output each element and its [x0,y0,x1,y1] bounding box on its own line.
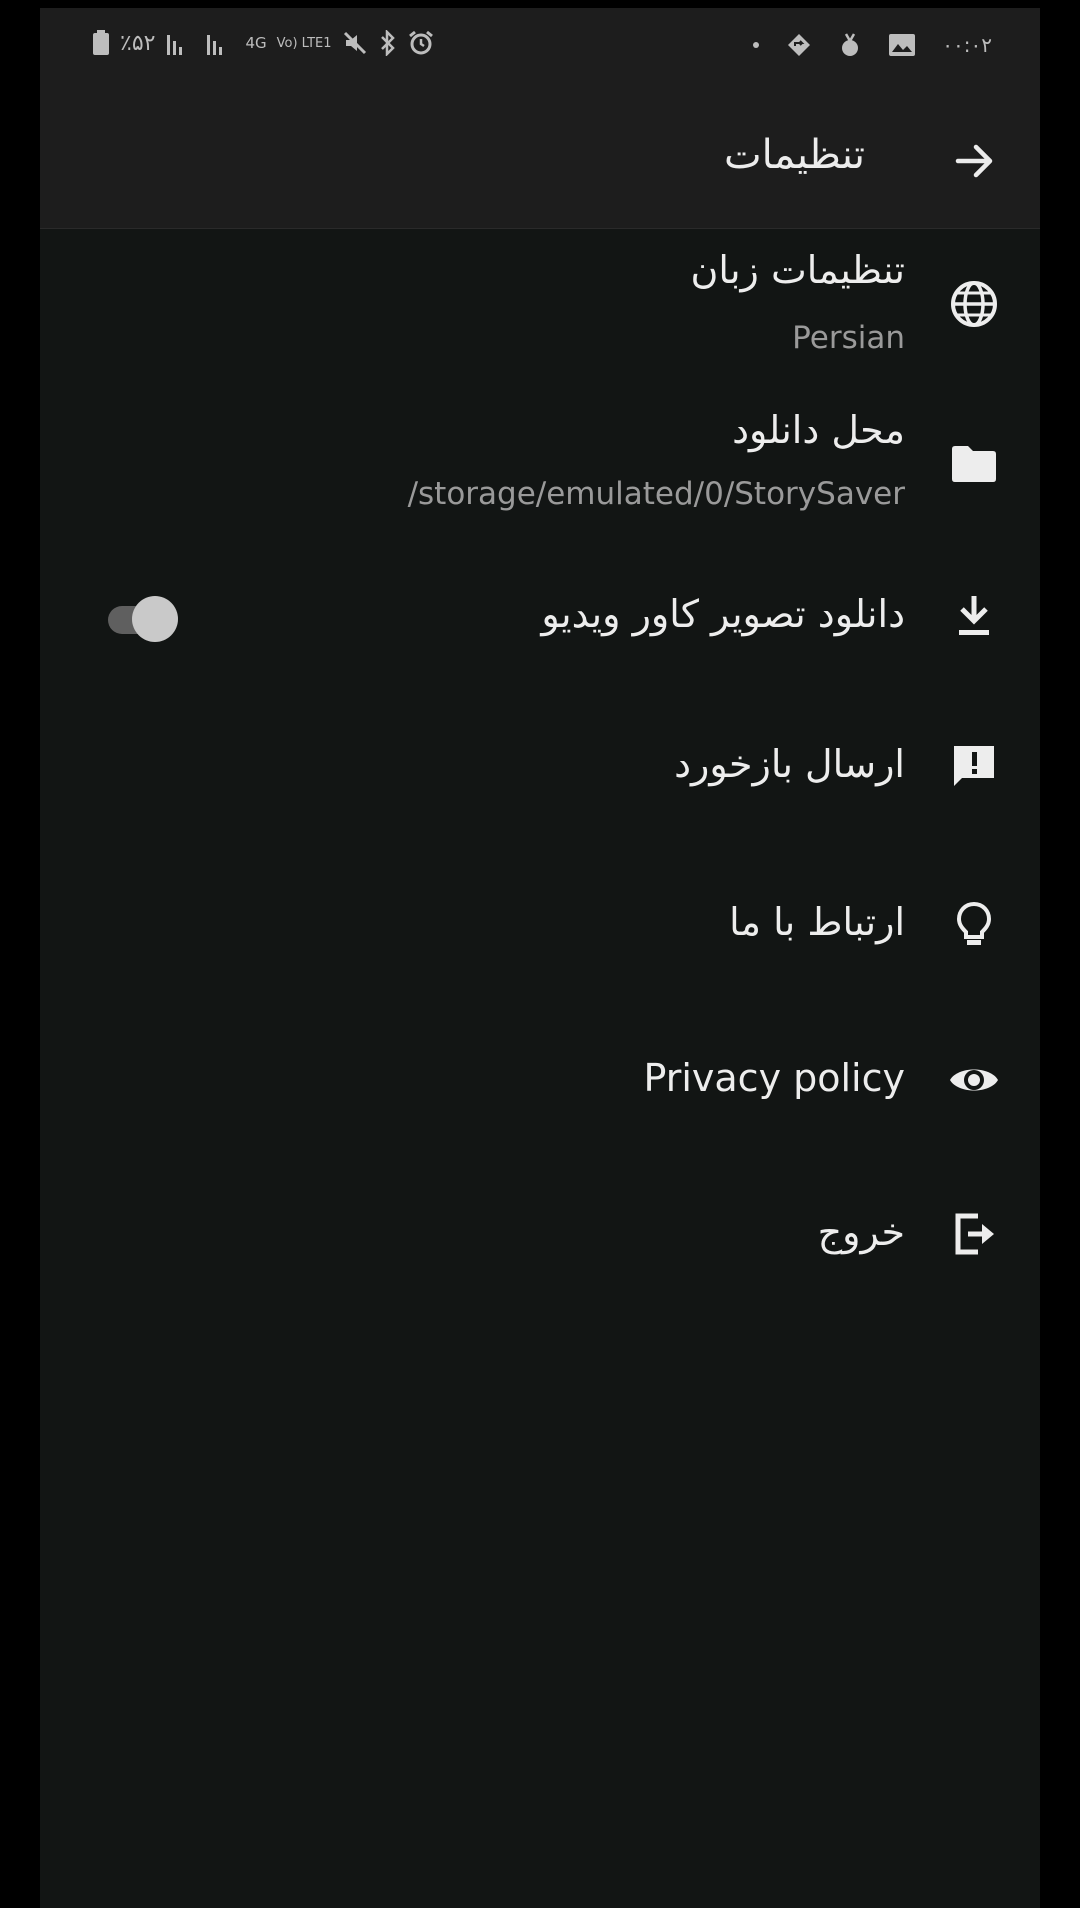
battery-percent: ٪۵۲ [120,30,156,56]
feedback-icon [954,746,994,786]
signal-icon [167,35,183,55]
signal-icon-2 [207,35,223,55]
image-icon [889,34,916,56]
setting-download-location-value: /storage/emulated/0/StorySaver [407,476,905,512]
setting-video-cover-title: دانلود تصویر کاور ویدیو [541,592,905,636]
phone-screen: ٪۵۲ 4G Vo) LTE1 ۰۰:۰۲ تنظیمات تنظیمات زب… [40,8,1040,1908]
download-icon [959,596,989,635]
status-bar-right: ۰۰:۰۲ [752,32,992,58]
dot-icon [753,42,760,48]
setting-contact[interactable]: ارتباط با ما [40,888,1040,968]
video-cover-toggle[interactable] [104,594,184,644]
app-notification-icon [842,33,859,56]
setting-language-title: تنظیمات زبان [690,248,906,292]
setting-language[interactable]: تنظیمات زبان Persian [40,248,1040,368]
setting-privacy-title: Privacy policy [643,1056,905,1100]
setting-download-location-title: محل دانلود [732,408,905,452]
setting-feedback-title: ارسال بازخورد [674,742,905,786]
folder-icon [952,446,996,482]
app-bar: تنظیمات [40,100,1040,229]
battery-icon [93,30,109,55]
lightbulb-icon [956,901,992,945]
logout-icon [955,1213,994,1255]
setting-contact-title: ارتباط با ما [729,900,905,944]
page-title: تنظیمات [723,132,865,178]
arrow-right-icon[interactable] [952,138,998,184]
navigation-icon [788,34,811,56]
setting-logout-title: خروج [817,1210,905,1254]
status-bar: ٪۵۲ 4G Vo) LTE1 ۰۰:۰۲ [40,8,1040,100]
globe-icon [951,281,997,327]
volte-indicator: Vo) LTE1 [276,35,332,51]
alarm-icon [408,30,433,55]
setting-language-value: Persian [792,320,905,356]
setting-download-location[interactable]: محل دانلود /storage/emulated/0/StorySave… [40,408,1040,528]
eye-icon [950,1069,998,1091]
bluetooth-icon [380,30,395,56]
toggle-thumb [132,596,178,642]
setting-logout[interactable]: خروج [40,1198,1040,1278]
setting-feedback[interactable]: ارسال بازخورد [40,730,1040,810]
setting-video-cover[interactable]: دانلود تصویر کاور ویدیو [40,580,1040,660]
network-type: 4G [245,34,267,52]
status-bar-left: ٪۵۲ 4G Vo) LTE1 [92,30,434,56]
setting-privacy[interactable]: Privacy policy [40,1044,1040,1124]
mute-icon [343,31,366,55]
clock: ۰۰:۰۲ [942,33,992,57]
